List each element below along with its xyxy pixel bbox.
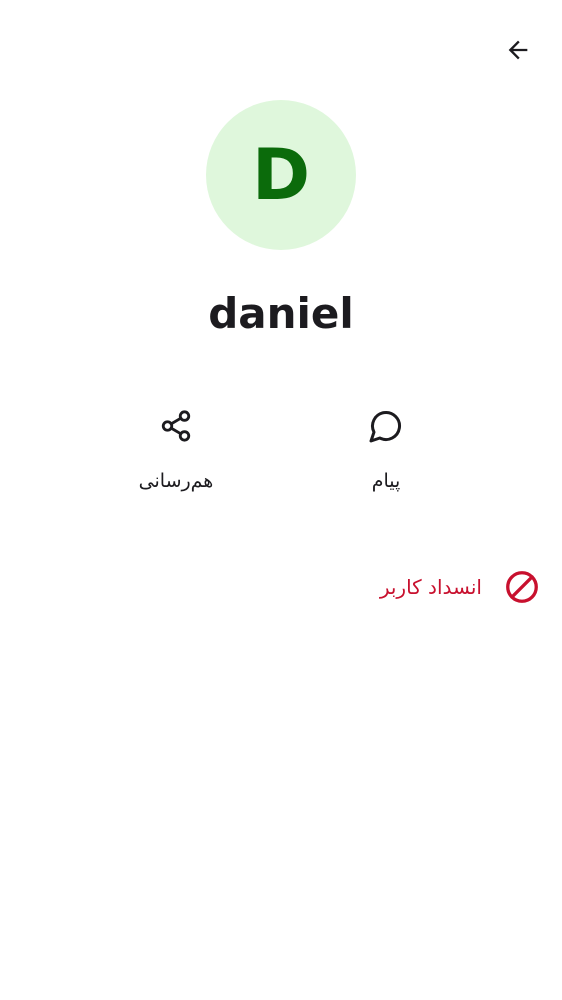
message-button[interactable]: پیام: [316, 406, 456, 506]
share-label: هم‌رسانی: [138, 470, 214, 492]
avatar: D: [206, 100, 356, 250]
arrow-back-icon: [508, 40, 528, 60]
block-user-label: انسداد کاربر: [379, 575, 482, 599]
avatar-letter: D: [251, 134, 311, 216]
back-button[interactable]: [498, 30, 538, 70]
share-button[interactable]: هم‌رسانی: [106, 406, 246, 506]
chat-bubble-icon: [369, 410, 402, 443]
block-icon: [506, 571, 538, 603]
message-label: پیام: [371, 470, 401, 492]
block-user-button[interactable]: انسداد کاربر: [352, 566, 542, 608]
profile-name: daniel: [208, 289, 354, 338]
share-icon: [161, 410, 191, 442]
